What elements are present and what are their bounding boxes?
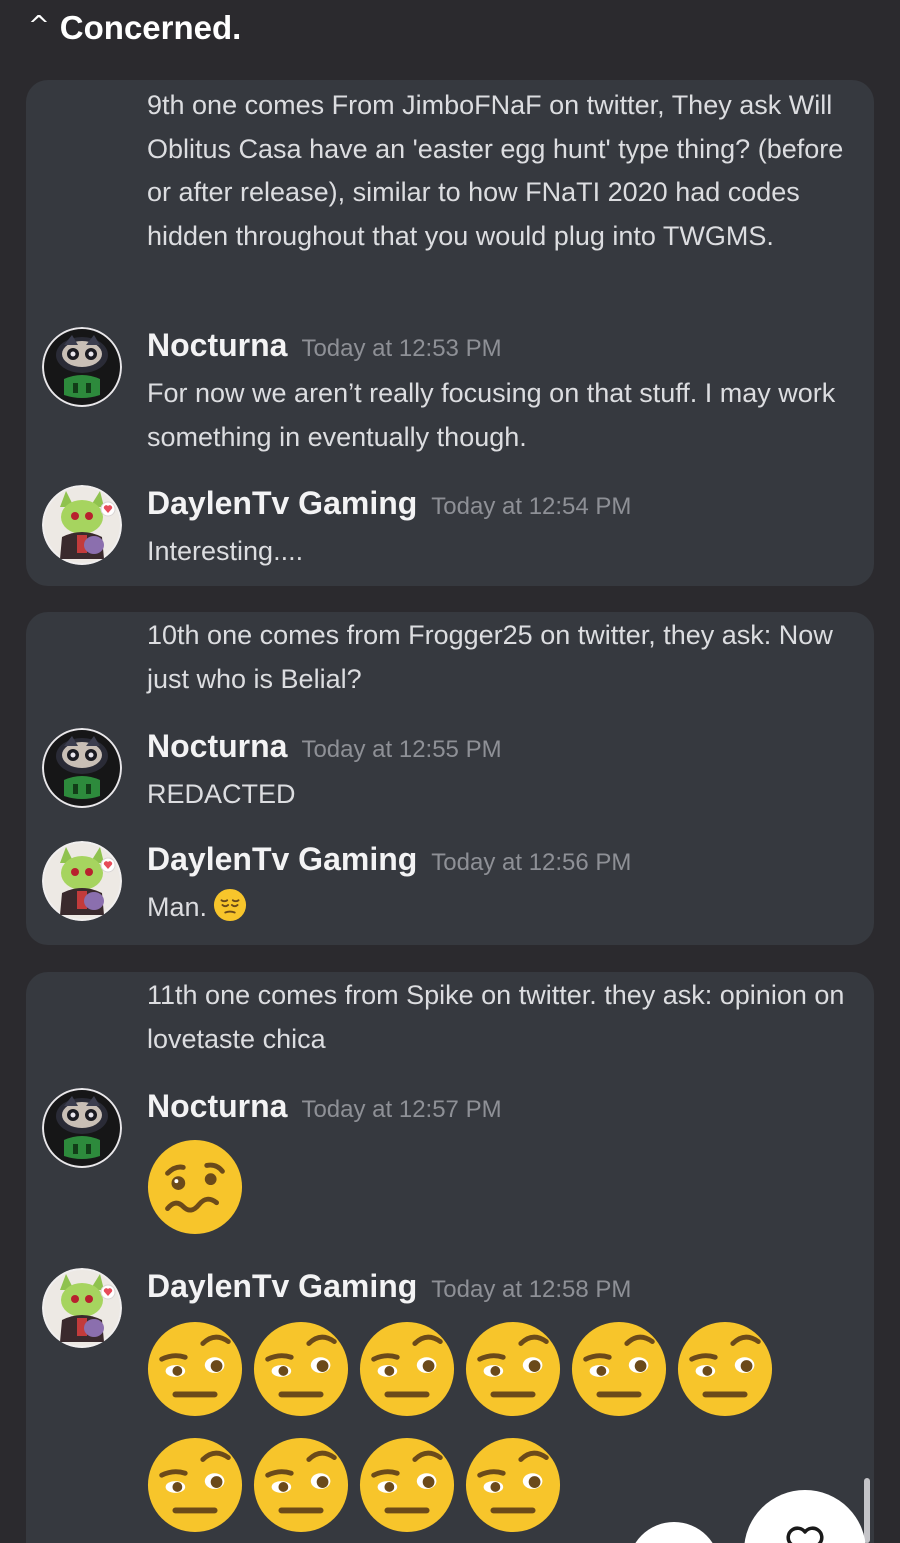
timestamp: Today at 12:58 PM (431, 1276, 632, 1303)
qa-card: 10th one comes from Frogger25 on twitter… (26, 612, 874, 945)
message-text: Man. (147, 892, 208, 922)
raised-eyebrow-face-icon (464, 1320, 562, 1418)
raised-eyebrow-face-icon (252, 1436, 350, 1534)
username[interactable]: Nocturna (147, 327, 287, 364)
avatar[interactable] (42, 485, 122, 565)
username[interactable]: DaylenTv Gaming (147, 841, 417, 878)
raised-eyebrow-face-icon (358, 1436, 456, 1534)
question-text: 11th one comes from Spike on twitter. th… (147, 980, 845, 1054)
raised-eyebrow-face-icon (146, 1436, 244, 1534)
raised-eyebrow-face-icon (146, 1320, 244, 1418)
timestamp: Today at 12:56 PM (431, 849, 632, 876)
woozy-face-icon (146, 1138, 244, 1236)
pensive-face-icon (213, 888, 247, 922)
username[interactable]: DaylenTv Gaming (147, 1268, 417, 1305)
raised-eyebrow-face-icon (358, 1320, 456, 1418)
username[interactable]: DaylenTv Gaming (147, 485, 417, 522)
message-text: REDACTED (147, 779, 296, 809)
raised-eyebrow-face-icon (464, 1436, 562, 1534)
qa-card: 9th one comes From JimboFNaF on twitter,… (26, 80, 874, 586)
message-text: Interesting.... (147, 536, 304, 566)
username[interactable]: Nocturna (147, 728, 287, 765)
timestamp: Today at 12:53 PM (301, 335, 502, 362)
question-text: 9th one comes From JimboFNaF on twitter,… (147, 90, 844, 251)
avatar[interactable] (42, 728, 122, 808)
channel-header[interactable]: ^ Concerned. (28, 8, 241, 48)
avatar[interactable] (42, 1088, 122, 1168)
timestamp: Today at 12:54 PM (431, 493, 632, 520)
heart-icon (786, 1526, 824, 1543)
channel-title: Concerned. (59, 9, 242, 46)
message-body: Man. (147, 885, 852, 929)
avatar[interactable] (42, 1268, 122, 1348)
avatar[interactable] (42, 841, 122, 921)
collapse-caret-icon[interactable]: ^ (28, 11, 50, 41)
timestamp: Today at 12:57 PM (301, 1096, 502, 1123)
scrollbar-thumb[interactable] (864, 1478, 870, 1543)
avatar[interactable] (42, 327, 122, 407)
raised-eyebrow-face-icon (252, 1320, 350, 1418)
raised-eyebrow-face-icon (570, 1320, 668, 1418)
question-text: 10th one comes from Frogger25 on twitter… (147, 620, 833, 694)
message-text: For now we aren’t really focusing on tha… (147, 378, 836, 452)
raised-eyebrow-face-icon (676, 1320, 774, 1418)
username[interactable]: Nocturna (147, 1088, 287, 1125)
timestamp: Today at 12:55 PM (301, 736, 502, 763)
qa-card: 11th one comes from Spike on twitter. th… (26, 972, 874, 1543)
